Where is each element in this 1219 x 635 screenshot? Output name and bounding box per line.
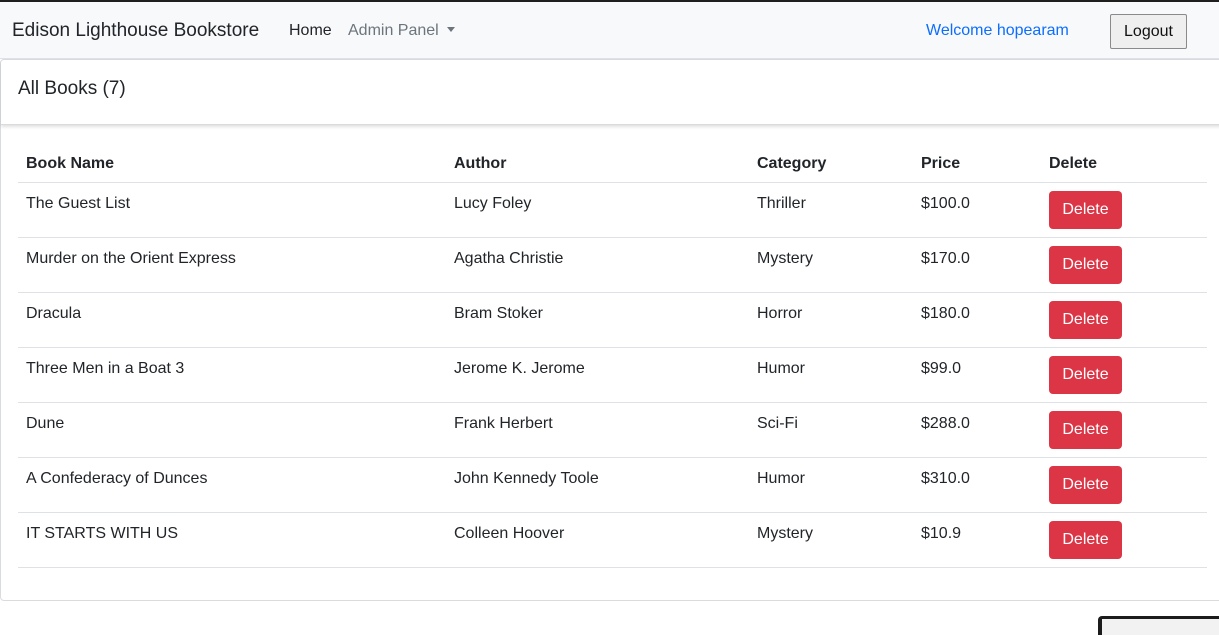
books-table: Book Name Author Category Price Delete T… [18, 147, 1207, 568]
author-cell: John Kennedy Toole [446, 457, 749, 513]
header-book-name: Book Name [18, 147, 446, 183]
nav-admin-panel-dropdown[interactable]: Admin Panel [348, 22, 455, 40]
price-cell: $310.0 [913, 457, 1041, 513]
delete-cell: Delete [1041, 402, 1207, 458]
delete-button[interactable]: Delete [1049, 300, 1122, 339]
table-row: IT STARTS WITH US Colleen Hoover Mystery… [18, 512, 1207, 568]
author-cell: Frank Herbert [446, 402, 749, 458]
author-cell: Agatha Christie [446, 237, 749, 293]
top-navbar: Edison Lighthouse Bookstore Home Admin P… [0, 0, 1219, 59]
author-cell: Jerome K. Jerome [446, 347, 749, 403]
delete-button[interactable]: Delete [1049, 355, 1122, 394]
category-cell: Mystery [749, 512, 913, 568]
screen-thumbnail-preview [1098, 616, 1219, 635]
nav-home-link[interactable]: Home [289, 22, 332, 40]
header-price: Price [913, 147, 1041, 183]
table-row: A Confederacy of Dunces John Kennedy Too… [18, 457, 1207, 513]
table-row: The Guest List Lucy Foley Thriller $100.… [18, 182, 1207, 238]
book-name-cell: Dune [18, 402, 446, 458]
book-name-cell: Dracula [18, 292, 446, 348]
price-cell: $288.0 [913, 402, 1041, 458]
table-row: Dune Frank Herbert Sci-Fi $288.0 Delete [18, 402, 1207, 458]
welcome-user-link[interactable]: Welcome hopearam [926, 22, 1069, 40]
book-name-cell: Three Men in a Boat 3 [18, 347, 446, 403]
book-name-cell: Murder on the Orient Express [18, 237, 446, 293]
header-author: Author [446, 147, 749, 183]
price-cell: $10.9 [913, 512, 1041, 568]
category-cell: Sci-Fi [749, 402, 913, 458]
books-card: All Books (7) Book Name Author Category … [0, 59, 1219, 601]
delete-cell: Delete [1041, 237, 1207, 293]
price-cell: $180.0 [913, 292, 1041, 348]
author-cell: Colleen Hoover [446, 512, 749, 568]
brand-link[interactable]: Edison Lighthouse Bookstore [12, 20, 259, 42]
chevron-down-icon [446, 27, 455, 32]
category-cell: Humor [749, 457, 913, 513]
logout-button[interactable]: Logout [1110, 14, 1187, 49]
category-cell: Mystery [749, 237, 913, 293]
book-name-cell: The Guest List [18, 182, 446, 238]
delete-cell: Delete [1041, 347, 1207, 403]
delete-button[interactable]: Delete [1049, 245, 1122, 284]
price-cell: $100.0 [913, 182, 1041, 238]
category-cell: Humor [749, 347, 913, 403]
price-cell: $99.0 [913, 347, 1041, 403]
book-name-cell: IT STARTS WITH US [18, 512, 446, 568]
delete-button[interactable]: Delete [1049, 190, 1122, 229]
delete-cell: Delete [1041, 182, 1207, 238]
price-cell: $170.0 [913, 237, 1041, 293]
delete-button[interactable]: Delete [1049, 465, 1122, 504]
table-row: Three Men in a Boat 3 Jerome K. Jerome H… [18, 347, 1207, 403]
delete-cell: Delete [1041, 512, 1207, 568]
category-cell: Thriller [749, 182, 913, 238]
header-delete: Delete [1041, 147, 1207, 183]
table-row: Dracula Bram Stoker Horror $180.0 Delete [18, 292, 1207, 348]
author-cell: Lucy Foley [446, 182, 749, 238]
header-category: Category [749, 147, 913, 183]
delete-button[interactable]: Delete [1049, 410, 1122, 449]
delete-button[interactable]: Delete [1049, 520, 1122, 559]
delete-cell: Delete [1041, 292, 1207, 348]
card-header: All Books (7) [1, 60, 1219, 125]
delete-cell: Delete [1041, 457, 1207, 513]
thumbnail-content [1102, 619, 1219, 635]
book-name-cell: A Confederacy of Dunces [18, 457, 446, 513]
table-row: Murder on the Orient Express Agatha Chri… [18, 237, 1207, 293]
page-title: All Books (7) [18, 78, 126, 99]
category-cell: Horror [749, 292, 913, 348]
admin-panel-label: Admin Panel [348, 22, 439, 39]
author-cell: Bram Stoker [446, 292, 749, 348]
table-header-row: Book Name Author Category Price Delete [18, 147, 1207, 183]
